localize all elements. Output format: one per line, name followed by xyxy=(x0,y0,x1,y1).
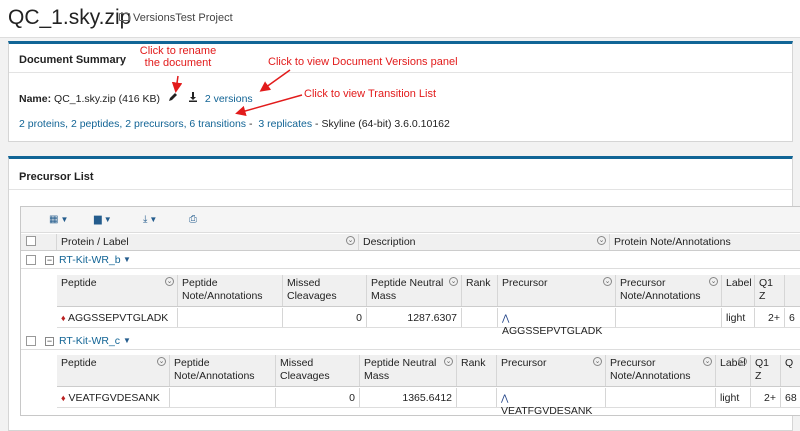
row-checkbox[interactable] xyxy=(26,255,36,265)
peptide-icon: ♦ xyxy=(61,313,66,323)
panel-title: Precursor List xyxy=(19,171,94,183)
column-header[interactable]: Missed Cleavages xyxy=(276,355,360,386)
column-header[interactable]: Label xyxy=(722,275,755,306)
column-header[interactable]: Q1 Z xyxy=(751,355,781,386)
row-checkbox[interactable] xyxy=(26,336,36,346)
peptide-header-row: Peptide ⌄ Peptide Note/Annotations Missed… xyxy=(57,355,800,387)
peptide-header-row: Peptide ⌄ Peptide Note/Annotations Missed… xyxy=(57,275,800,307)
grid-toolbar: ▦ ▼ ▆ ▼ ⤓ ▼ ⎙ xyxy=(21,207,800,233)
table-row: ♦ AGGSSEPVTGLADK 0 1287.6307 ⋀ AGGSSEPVT… xyxy=(57,308,800,337)
precursor-icon: ⋀ xyxy=(502,313,510,323)
select-all-checkbox[interactable] xyxy=(26,236,36,246)
export-button[interactable]: ⤓ ▼ xyxy=(143,214,157,225)
column-header[interactable]: Q1 Z xyxy=(755,275,785,306)
column-header[interactable]: Precursor Note/Annotations ⌄ xyxy=(606,355,716,386)
column-header[interactable]: Rank xyxy=(462,275,498,306)
column-header[interactable]: Protein / Label ⌄ xyxy=(57,234,359,250)
column-header[interactable]: Precursor Note/Annotations ⌄ xyxy=(616,275,722,306)
column-header[interactable]: Precursor ⌄ xyxy=(498,275,616,306)
column-header[interactable]: Precursor ⌄ xyxy=(497,355,606,386)
column-header[interactable]: Missed Cleavages xyxy=(283,275,367,306)
print-icon[interactable]: ⎙ xyxy=(189,214,197,225)
grid-header-row: Protein / Label ⌄ Description ⌄ Protein No… xyxy=(21,234,800,251)
collapse-toggle[interactable]: − xyxy=(45,256,54,265)
chevron-down-icon[interactable]: ▼ xyxy=(123,336,131,345)
protein-row: − RT-Kit-WR_c ▼ xyxy=(21,333,800,350)
table-row: ♦ VEATFGVDESANK 0 1365.6412 ⋀ VEATFGVDES… xyxy=(57,388,800,415)
column-header[interactable]: Rank xyxy=(457,355,497,386)
protein-row: − RT-Kit-WR_b ▼ xyxy=(21,252,800,269)
column-header[interactable]: Description ⌄ xyxy=(359,234,610,250)
precursor-icon: ⋀ xyxy=(501,393,509,403)
collapse-toggle[interactable]: − xyxy=(45,337,54,346)
grid-view-button[interactable]: ▦ ▼ xyxy=(49,214,68,225)
peptide-icon: ♦ xyxy=(61,393,66,403)
column-header[interactable]: Peptide Neutral Mass ⌄ xyxy=(367,275,462,306)
chevron-down-icon[interactable]: ▼ xyxy=(123,255,131,264)
column-header[interactable]: Label ⌄ xyxy=(716,355,751,386)
chart-button[interactable]: ▆ ▼ xyxy=(94,214,112,225)
column-header[interactable]: Protein Note/Annotations xyxy=(610,234,800,250)
column-header[interactable]: Peptide Neutral Mass ⌄ xyxy=(360,355,457,386)
column-header[interactable]: Peptide ⌄ xyxy=(57,355,170,386)
protein-link[interactable]: RT-Kit-WR_c xyxy=(59,335,120,347)
protein-link[interactable]: RT-Kit-WR_b xyxy=(59,254,121,266)
column-header[interactable]: Peptide Note/Annotations xyxy=(178,275,283,306)
column-header[interactable]: Peptide Note/Annotations xyxy=(170,355,276,386)
column-header[interactable]: Q xyxy=(781,355,800,386)
column-header[interactable]: Peptide ⌄ xyxy=(57,275,178,306)
precursor-grid: ▦ ▼ ▆ ▼ ⤓ ▼ ⎙ Protein / Label ⌄ Description ⌄… xyxy=(20,206,800,416)
